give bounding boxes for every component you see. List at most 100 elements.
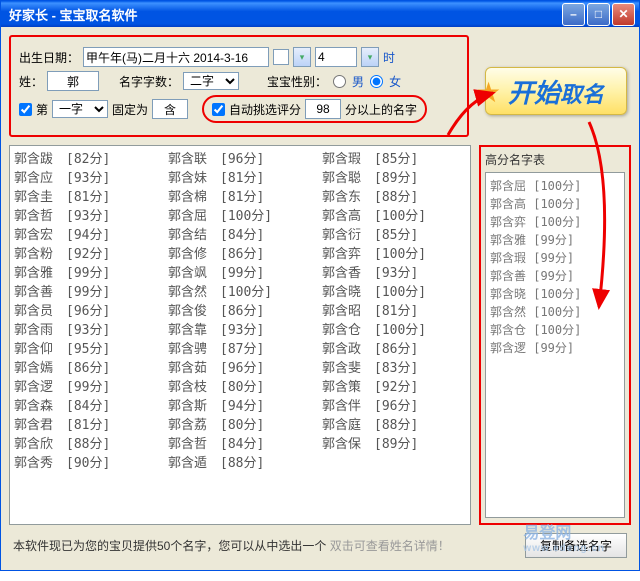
list-item[interactable]: 郭含棉 [81分] xyxy=(168,188,312,207)
hour-input[interactable] xyxy=(315,47,357,67)
copy-button[interactable]: 复制备选名字 xyxy=(525,533,627,558)
maximize-button[interactable]: □ xyxy=(587,3,610,26)
list-item[interactable]: 郭含仓 [100分] xyxy=(322,321,466,340)
list-item[interactable]: 郭含宏 [94分] xyxy=(14,226,158,245)
list-item[interactable]: 郭含俊 [86分] xyxy=(168,302,312,321)
auto-checkbox[interactable] xyxy=(212,103,225,116)
list-item[interactable]: 郭含保 [89分] xyxy=(322,435,466,454)
list-item[interactable]: 郭含茹 [96分] xyxy=(168,359,312,378)
list-item[interactable]: 郭含雨 [93分] xyxy=(14,321,158,340)
list-item[interactable]: 郭含雅 [99分] xyxy=(490,231,620,249)
list-item[interactable]: 郭含员 [96分] xyxy=(14,302,158,321)
list-item[interactable]: 郭含瑕 [99分] xyxy=(490,249,620,267)
status-message: 本软件现已为您的宝贝提供50个名字，您可以从中选出一个 双击可查看姓名详情！ xyxy=(13,537,515,554)
list-item[interactable]: 郭含弈 [100分] xyxy=(322,245,466,264)
list-item[interactable]: 郭含斯 [94分] xyxy=(168,397,312,416)
auto-label: 自动挑选评分 xyxy=(229,101,301,118)
gender-male-radio[interactable] xyxy=(333,75,346,88)
list-item[interactable]: 郭含嫣 [86分] xyxy=(14,359,158,378)
list-item[interactable]: 郭含妹 [81分] xyxy=(168,169,312,188)
pos-checkbox[interactable] xyxy=(19,103,32,116)
list-item[interactable]: 郭含联 [96分] xyxy=(168,150,312,169)
high-score-title: 高分名字表 xyxy=(485,151,625,168)
auto-filter-oval: 自动挑选评分 分以上的名字 xyxy=(202,95,427,123)
fix-input[interactable] xyxy=(152,99,188,119)
list-item[interactable]: 郭含应 [93分] xyxy=(14,169,158,188)
list-item[interactable]: 郭含森 [84分] xyxy=(14,397,158,416)
titlebar: 好家长 - 宝宝取名软件 – □ ✕ xyxy=(1,1,639,27)
list-item[interactable]: 郭含屈 [100分] xyxy=(168,207,312,226)
list-item[interactable]: 郭含仓 [100分] xyxy=(490,321,620,339)
calendar-icon[interactable] xyxy=(273,49,289,65)
pos-select[interactable]: 一字 xyxy=(52,100,108,118)
fix-label: 固定为 xyxy=(112,101,148,118)
birth-input[interactable] xyxy=(83,47,269,67)
calendar-dropdown-icon[interactable]: ▾ xyxy=(293,47,311,67)
list-item[interactable]: 郭含善 [99分] xyxy=(490,267,620,285)
list-item[interactable]: 郭含晓 [100分] xyxy=(490,285,620,303)
list-item[interactable]: 郭含然 [100分] xyxy=(490,303,620,321)
list-item[interactable]: 郭含遁 [88分] xyxy=(168,454,312,473)
auto-suffix: 分以上的名字 xyxy=(345,101,417,118)
status-hint: 双击可查看姓名详情！ xyxy=(330,539,450,553)
gender-label: 宝宝性别： xyxy=(267,73,327,90)
high-score-panel: 高分名字表 郭含屈 [100分]郭含高 [100分]郭含弈 [100分]郭含雅 … xyxy=(479,145,631,525)
list-item[interactable]: 郭含聪 [89分] xyxy=(322,169,466,188)
list-item[interactable]: 郭含昭 [81分] xyxy=(322,302,466,321)
list-item[interactable]: 郭含修 [86分] xyxy=(168,245,312,264)
list-item[interactable]: 郭含结 [84分] xyxy=(168,226,312,245)
list-item[interactable]: 郭含雅 [99分] xyxy=(14,264,158,283)
hour-suffix: 时 xyxy=(383,49,395,66)
list-item[interactable]: 郭含靠 [93分] xyxy=(168,321,312,340)
chars-select[interactable]: 二字 xyxy=(183,72,239,90)
list-item[interactable]: 郭含弈 [100分] xyxy=(490,213,620,231)
list-item[interactable]: 郭含荔 [80分] xyxy=(168,416,312,435)
list-item[interactable]: 郭含晓 [100分] xyxy=(322,283,466,302)
list-item[interactable]: 郭含高 [100分] xyxy=(322,207,466,226)
list-item[interactable]: 郭含飒 [99分] xyxy=(168,264,312,283)
star-icon: ★ xyxy=(476,76,501,109)
list-item[interactable]: 郭含屈 [100分] xyxy=(490,177,620,195)
list-item[interactable]: 郭含圭 [81分] xyxy=(14,188,158,207)
list-item[interactable]: 郭含秀 [90分] xyxy=(14,454,158,473)
list-item[interactable]: 郭含粉 [92分] xyxy=(14,245,158,264)
list-item[interactable]: 郭含衍 [85分] xyxy=(322,226,466,245)
start-button[interactable]: ★ 开始取名 xyxy=(485,67,627,115)
hour-dropdown-icon[interactable]: ▾ xyxy=(361,47,379,67)
birth-label: 出生日期： xyxy=(19,49,79,66)
list-item[interactable]: 郭含政 [86分] xyxy=(322,340,466,359)
list-item[interactable]: 郭含仰 [95分] xyxy=(14,340,158,359)
list-item[interactable]: 郭含然 [100分] xyxy=(168,283,312,302)
high-score-list[interactable]: 郭含屈 [100分]郭含高 [100分]郭含弈 [100分]郭含雅 [99分]郭… xyxy=(485,172,625,518)
list-item[interactable]: 郭含香 [93分] xyxy=(322,264,466,283)
list-item[interactable]: 郭含欣 [88分] xyxy=(14,435,158,454)
list-item[interactable]: 郭含善 [99分] xyxy=(14,283,158,302)
gender-female-label: 女 xyxy=(389,73,401,90)
form-panel: 出生日期： ▾ ▾ 时 姓： 名字字数： 二字 宝宝性别： 男 女 xyxy=(9,35,469,137)
list-item[interactable]: 郭含逻 [99分] xyxy=(490,339,620,357)
names-list[interactable]: 郭含跋 [82分]郭含应 [93分]郭含圭 [81分]郭含哲 [93分]郭含宏 … xyxy=(9,145,471,525)
list-item[interactable]: 郭含哲 [84分] xyxy=(168,435,312,454)
list-item[interactable]: 郭含骋 [87分] xyxy=(168,340,312,359)
close-button[interactable]: ✕ xyxy=(612,3,635,26)
list-item[interactable]: 郭含斐 [83分] xyxy=(322,359,466,378)
gender-female-radio[interactable] xyxy=(370,75,383,88)
chars-label: 名字字数： xyxy=(119,73,179,90)
minimize-button[interactable]: – xyxy=(562,3,585,26)
surname-input[interactable] xyxy=(47,71,99,91)
auto-score-input[interactable] xyxy=(305,99,341,119)
list-item[interactable]: 郭含策 [92分] xyxy=(322,378,466,397)
list-item[interactable]: 郭含哲 [93分] xyxy=(14,207,158,226)
surname-label: 姓： xyxy=(19,73,43,90)
list-item[interactable]: 郭含瑕 [85分] xyxy=(322,150,466,169)
list-item[interactable]: 郭含逻 [99分] xyxy=(14,378,158,397)
list-item[interactable]: 郭含跋 [82分] xyxy=(14,150,158,169)
list-item[interactable]: 郭含枝 [80分] xyxy=(168,378,312,397)
list-item[interactable]: 郭含庭 [88分] xyxy=(322,416,466,435)
window-title: 好家长 - 宝宝取名软件 xyxy=(5,5,560,24)
list-item[interactable]: 郭含东 [88分] xyxy=(322,188,466,207)
list-item[interactable]: 郭含君 [81分] xyxy=(14,416,158,435)
gender-male-label: 男 xyxy=(352,73,364,90)
list-item[interactable]: 郭含高 [100分] xyxy=(490,195,620,213)
list-item[interactable]: 郭含伴 [96分] xyxy=(322,397,466,416)
